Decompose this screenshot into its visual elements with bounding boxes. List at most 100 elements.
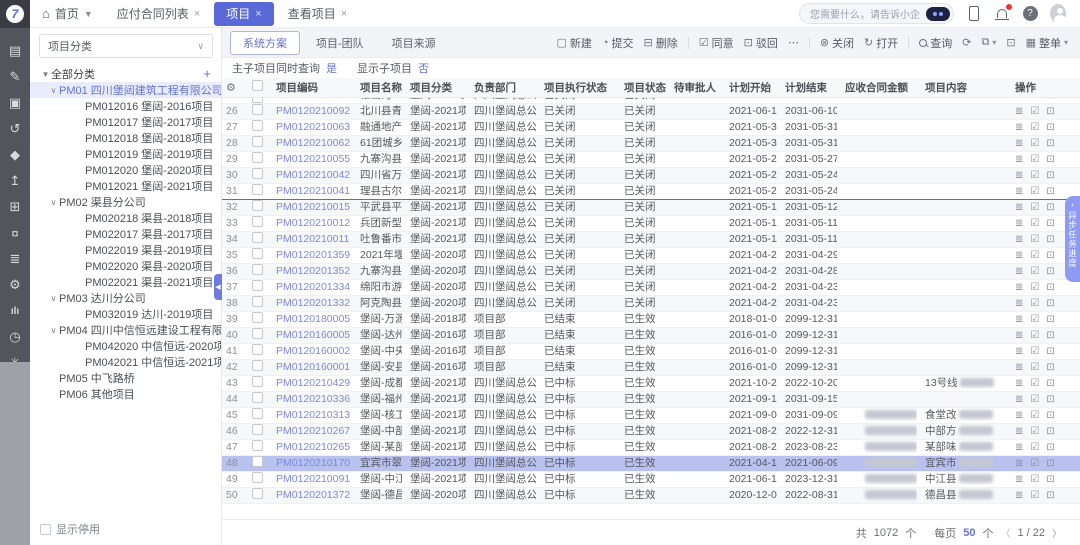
assistant-search-pill[interactable]: 您需要什么，请告诉小企	[799, 3, 954, 24]
close-icon[interactable]: ×	[194, 8, 200, 20]
table-row[interactable]: 48PM0120210170宜宾市翠屏...堡闼-2021项目四川堡闼总公司已中…	[222, 455, 1080, 471]
project-code-link[interactable]: PM0120210055	[276, 153, 350, 165]
tab-应付合同列表[interactable]: 应付合同列表×	[105, 0, 212, 28]
row-checkbox[interactable]	[252, 264, 263, 275]
toolbar-button[interactable]: ⧉▾	[981, 36, 996, 49]
table-row[interactable]: 43PM0120210429堡闼-成都...堡闼-2021项目四川堡闼总公司已中…	[222, 375, 1080, 391]
table-row[interactable]: 32PM0120210015平武县平通...堡闼-2021项目四川堡闼总公司已关…	[222, 199, 1080, 215]
row-checkbox[interactable]	[252, 296, 263, 307]
tree-item[interactable]: PM042021 中信恒远-2021项目	[30, 354, 221, 370]
settings-gear-icon[interactable]: ⚙	[0, 272, 30, 298]
detail-icon[interactable]: ⊡	[1046, 120, 1054, 135]
cell-checkbox[interactable]	[248, 375, 272, 391]
detail-icon[interactable]: ⊡	[1046, 312, 1054, 327]
project-code-link[interactable]: PM0120210267	[276, 425, 350, 437]
detail-icon[interactable]: ⊡	[1046, 328, 1054, 343]
cell-checkbox[interactable]	[248, 407, 272, 423]
tree-item[interactable]: PM012021 堡闼-2021项目	[30, 178, 221, 194]
category-type-select[interactable]: 项目分类 ∨	[39, 34, 213, 58]
table-row[interactable]: 47PM0120210265堡闼-某部...堡闼-2021项目四川堡闼总公司已中…	[222, 439, 1080, 455]
toolbar-button-查询[interactable]: 查询	[919, 35, 952, 51]
cell-checkbox[interactable]	[248, 439, 272, 455]
row-checkbox[interactable]	[252, 248, 263, 259]
row-checkbox[interactable]	[252, 98, 263, 103]
view-tab-项目来源[interactable]: 项目来源	[380, 32, 448, 54]
panel-collapse-handle[interactable]: ◀	[214, 274, 222, 300]
cell-project-code[interactable]: PM0120160002	[272, 343, 356, 359]
cell-checkbox[interactable]	[248, 183, 272, 199]
doc-icon[interactable]: ≣	[1015, 248, 1023, 263]
detail-icon[interactable]: ⊡	[1046, 408, 1054, 423]
cell-checkbox[interactable]	[248, 487, 272, 503]
audit-check-icon[interactable]: ☑	[1030, 376, 1039, 391]
cell-project-code[interactable]: PM0120210062	[272, 135, 356, 151]
doc-icon[interactable]: ≣	[1015, 216, 1023, 231]
cell-project-code[interactable]: PM0120210055	[272, 151, 356, 167]
audit-check-icon[interactable]: ☑	[1030, 104, 1039, 119]
row-checkbox[interactable]	[252, 232, 263, 243]
row-checkbox[interactable]	[252, 408, 263, 419]
audit-check-icon[interactable]: ☑	[1030, 408, 1039, 423]
table-row[interactable]: 45PM0120210313堡闼-核工...堡闼-2021项目四川堡闼总公司已中…	[222, 407, 1080, 423]
help-icon[interactable]: ?	[1022, 6, 1038, 22]
doc-icon[interactable]: ≣	[1015, 344, 1023, 359]
row-checkbox[interactable]	[252, 168, 263, 179]
project-code-link[interactable]: PM0120201352	[276, 265, 350, 277]
row-checkbox[interactable]	[252, 136, 263, 147]
tree-item[interactable]: ∨PM01 四川堡闼建筑工程有限公司	[30, 82, 221, 98]
cell-project-code[interactable]: PM0120160005	[272, 327, 356, 343]
project-code-link[interactable]: PM0120210265	[276, 441, 350, 453]
tree-item[interactable]: ∨PM03 达川分公司	[30, 290, 221, 306]
toolbar-button-整单[interactable]: ▦整单▾	[1026, 35, 1068, 51]
project-code-link[interactable]: PM0120210062	[276, 137, 350, 149]
table-row[interactable]: 46PM0120210267堡闼-中部...堡闼-2021项目四川堡闼总公司已中…	[222, 423, 1080, 439]
toolbar-button-打开[interactable]: ↻打开	[864, 35, 898, 51]
detail-icon[interactable]: ⊡	[1046, 472, 1054, 487]
detail-icon[interactable]: ⊡	[1046, 248, 1054, 263]
detail-icon[interactable]: ⊡	[1046, 152, 1054, 167]
row-checkbox[interactable]	[252, 216, 263, 227]
select-all-checkbox[interactable]	[252, 80, 263, 91]
prev-page-button[interactable]: 〈	[1000, 525, 1010, 540]
doc-icon[interactable]: ≣	[1015, 232, 1023, 247]
project-code-link[interactable]: PM0120210063	[276, 121, 350, 133]
table-row[interactable]: 38PM0120201332阿克陶县阿...堡闼-2020项目四川堡闼总公司已关…	[222, 295, 1080, 311]
cell-project-code[interactable]: PM0120210011	[272, 231, 356, 247]
row-checkbox[interactable]	[252, 312, 263, 323]
toolbar-button-驳回[interactable]: ⊡驳回	[744, 35, 778, 51]
cell-project-code[interactable]: PM0120201372	[272, 487, 356, 503]
cell-checkbox[interactable]	[248, 391, 272, 407]
toolbar-button-删除[interactable]: ⊟删除	[644, 35, 678, 51]
cell-project-code[interactable]: PM0120201332	[272, 295, 356, 311]
table-row[interactable]: 26PM0120210092北川县青片...堡闼-2021项目四川堡闼总公司已关…	[222, 103, 1080, 119]
table-row[interactable]: 39PM0120180005堡闼-万源...堡闼-2018项目项目部已结束已生效…	[222, 311, 1080, 327]
detail-icon[interactable]: ⊡	[1046, 232, 1054, 247]
project-code-link[interactable]: PM0120201359	[276, 249, 350, 261]
project-code-link[interactable]: PM0120210012	[276, 217, 350, 229]
tree-item[interactable]: ∨PM02 渠县分公司	[30, 194, 221, 210]
tab-项目[interactable]: 项目×	[214, 2, 273, 26]
cell-project-code[interactable]: PM0120210091	[272, 471, 356, 487]
project-code-link[interactable]: PM0120210170	[276, 457, 350, 469]
audit-check-icon[interactable]: ☑	[1030, 456, 1039, 471]
cell-project-code[interactable]: PM0120210012	[272, 215, 356, 231]
cell-checkbox[interactable]	[248, 311, 272, 327]
cell-checkbox[interactable]	[248, 359, 272, 375]
add-category-button[interactable]: +	[203, 66, 211, 82]
row-checkbox[interactable]	[252, 280, 263, 291]
cell-checkbox[interactable]	[248, 263, 272, 279]
cell-project-code[interactable]: PM0120210092	[272, 103, 356, 119]
cell-project-code[interactable]: PM0120180005	[272, 311, 356, 327]
tree-item[interactable]: PM012017 堡闼-2017项目	[30, 114, 221, 130]
report-clipboard-icon[interactable]: ≣	[0, 246, 30, 272]
detail-icon[interactable]: ⊡	[1046, 200, 1054, 215]
doc-icon[interactable]: ≣	[1015, 328, 1023, 343]
cell-project-code[interactable]: PM0120210313	[272, 407, 356, 423]
doc-icon[interactable]: ≣	[1015, 104, 1023, 119]
doc-icon[interactable]: ≣	[1015, 280, 1023, 295]
contract-edit-icon[interactable]: ✎	[0, 64, 30, 90]
table-row[interactable]: 27PM0120210063融通地产（...堡闼-2021项目四川堡闼总公司已关…	[222, 119, 1080, 135]
project-code-link[interactable]: PM0120160001	[276, 361, 350, 373]
assistant-toggle[interactable]	[926, 7, 950, 21]
detail-icon[interactable]: ⊡	[1046, 424, 1054, 439]
